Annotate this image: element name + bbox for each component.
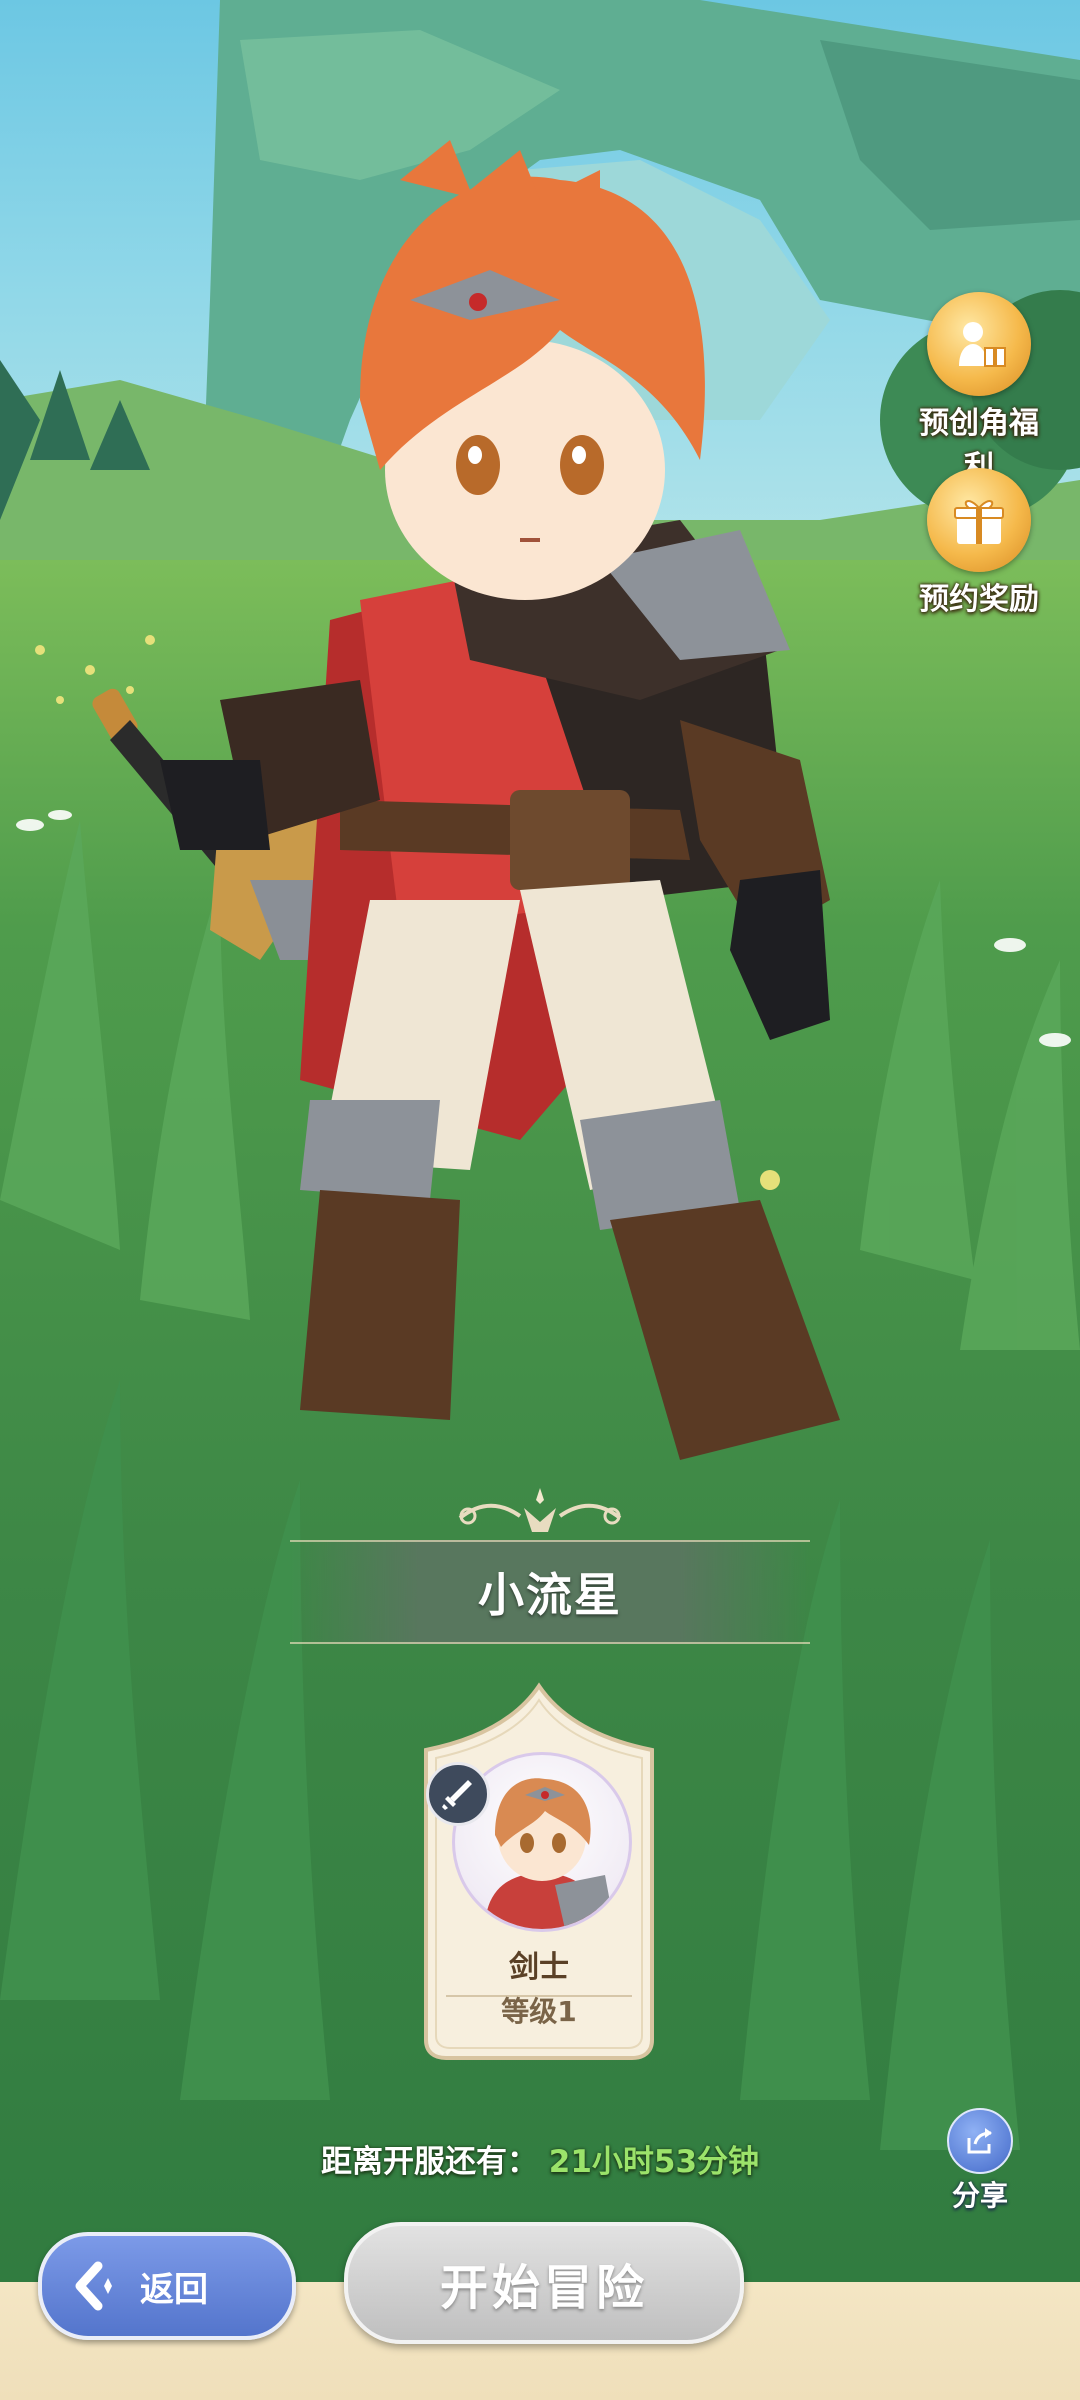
start-adventure-label: 开始冒险 [439, 2260, 648, 2316]
banner-ornament-icon [458, 1488, 622, 1532]
server-open-countdown: 距离开服还有： 21小时53分钟 [0, 2136, 1080, 2181]
back-button[interactable]: 返回 [38, 2232, 296, 2340]
precreate-reward-button[interactable]: 预创角福利 [914, 292, 1044, 486]
back-label: 返回 [140, 2269, 208, 2310]
class-card[interactable]: 剑士 等级1 [416, 1680, 662, 2062]
start-adventure-button[interactable]: 开始冒险 [344, 2222, 744, 2344]
countdown-value: 21小时53分钟 [548, 2144, 760, 2180]
class-level: 等级1 [501, 1995, 577, 2028]
share-icon [947, 2108, 1013, 2174]
reserve-reward-button[interactable]: 预约奖励 [914, 468, 1044, 618]
share-label: 分享 [951, 2179, 1008, 2212]
class-name: 剑士 [509, 1950, 569, 1985]
reserve-reward-label: 预约奖励 [919, 582, 1039, 617]
gift-box-icon [927, 468, 1031, 572]
share-button[interactable]: 分享 [940, 2108, 1020, 2214]
gift-icon [927, 292, 1031, 396]
character-name: 小流星 [478, 1568, 622, 1622]
back-arrow-icon [75, 2261, 112, 2311]
sword-class-icon [426, 1762, 490, 1826]
countdown-label: 距离开服还有： [320, 2144, 538, 2180]
character-name-banner: 小流星 [290, 1540, 810, 1644]
